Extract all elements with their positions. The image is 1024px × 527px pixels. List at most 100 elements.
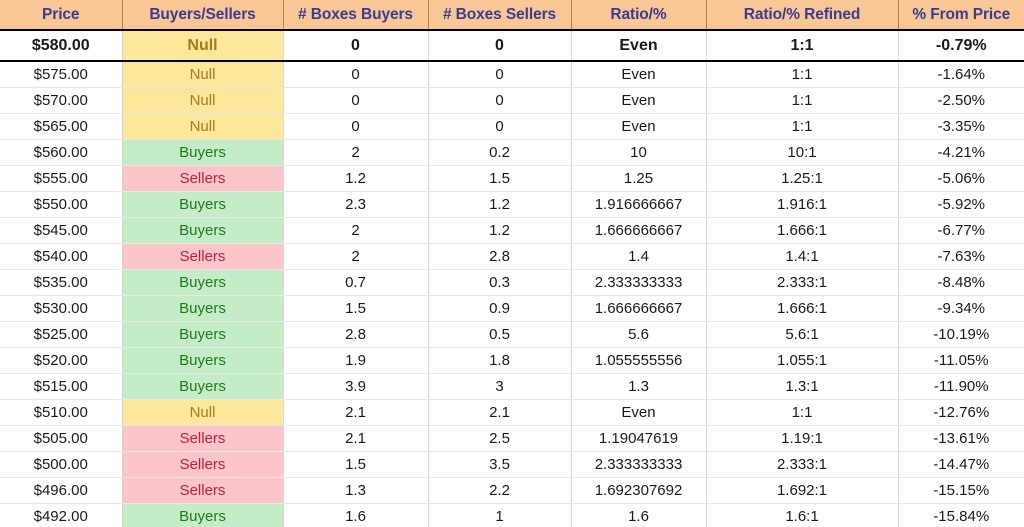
cell-boxes_sellers[interactable]: 0 (428, 30, 572, 62)
table-row[interactable]: $550.00 Buyers 2.3 1.2 1.916666667 1.916:1 -5.… (0, 191, 1024, 218)
cell-buyers_sellers[interactable]: Sellers (122, 451, 284, 478)
cell-price[interactable]: $575.00 (0, 61, 123, 88)
cell-price[interactable]: $560.00 (0, 139, 123, 166)
cell-ratio_refined[interactable]: 1:1 (706, 61, 899, 88)
table-row[interactable]: $496.00 Sellers 1.3 2.2 1.692307692 1.692:1 -1… (0, 477, 1024, 504)
cell-pct_from_price[interactable]: -11.05% (898, 347, 1024, 374)
table-row[interactable]: $530.00 Buyers 1.5 0.9 1.666666667 1.666:1 -9.… (0, 295, 1024, 322)
cell-pct_from_price[interactable]: -15.15% (898, 477, 1024, 504)
cell-ratio_pct[interactable]: Even (571, 87, 707, 114)
cell-ratio_refined[interactable]: 2.333:1 (706, 451, 899, 478)
column-header-boxes-sellers[interactable]: # Boxes Sellers (428, 0, 572, 31)
cell-price[interactable]: $545.00 (0, 217, 123, 244)
column-header-boxes-buyers[interactable]: # Boxes Buyers (283, 0, 429, 31)
cell-pct_from_price[interactable]: -9.34% (898, 295, 1024, 322)
cell-pct_from_price[interactable]: -5.06% (898, 165, 1024, 192)
cell-pct_from_price[interactable]: -6.77% (898, 217, 1024, 244)
cell-pct_from_price[interactable]: -13.61% (898, 425, 1024, 452)
cell-price[interactable]: $570.00 (0, 87, 123, 114)
table-row[interactable]: $520.00 Buyers 1.9 1.8 1.055555556 1.055:1 -11… (0, 347, 1024, 374)
cell-boxes_sellers[interactable]: 0 (428, 113, 572, 140)
cell-boxes_buyers[interactable]: 1.5 (283, 451, 429, 478)
cell-buyers_sellers[interactable]: Buyers (122, 139, 284, 166)
cell-ratio_refined[interactable]: 1:1 (706, 30, 899, 62)
cell-boxes_sellers[interactable]: 3 (428, 373, 572, 400)
cell-ratio_pct[interactable]: 2.333333333 (571, 269, 707, 296)
cell-boxes_buyers[interactable]: 2.1 (283, 399, 429, 426)
cell-boxes_buyers[interactable]: 1.2 (283, 165, 429, 192)
cell-ratio_pct[interactable]: 2.333333333 (571, 451, 707, 478)
cell-ratio_pct[interactable]: 1.25 (571, 165, 707, 192)
cell-pct_from_price[interactable]: -7.63% (898, 243, 1024, 270)
table-row[interactable]: $540.00 Sellers 2 2.8 1.4 1.4:1 -7.63% (0, 243, 1024, 270)
cell-buyers_sellers[interactable]: Sellers (122, 165, 284, 192)
cell-buyers_sellers[interactable]: Buyers (122, 373, 284, 400)
cell-boxes_buyers[interactable]: 1.5 (283, 295, 429, 322)
cell-buyers_sellers[interactable]: Buyers (122, 217, 284, 244)
table-row[interactable]: $555.00 Sellers 1.2 1.5 1.25 1.25:1 -5.06% (0, 165, 1024, 192)
column-header-ratio-pct[interactable]: Ratio/% (571, 0, 707, 31)
table-row[interactable]: $560.00 Buyers 2 0.2 10 10:1 -4.21% (0, 139, 1024, 166)
cell-ratio_refined[interactable]: 1.19:1 (706, 425, 899, 452)
cell-pct_from_price[interactable]: -8.48% (898, 269, 1024, 296)
cell-ratio_refined[interactable]: 10:1 (706, 139, 899, 166)
cell-boxes_sellers[interactable]: 0 (428, 61, 572, 88)
cell-ratio_pct[interactable]: 1.666666667 (571, 295, 707, 322)
cell-ratio_pct[interactable]: 1.055555556 (571, 347, 707, 374)
cell-ratio_refined[interactable]: 1.4:1 (706, 243, 899, 270)
cell-price[interactable]: $510.00 (0, 399, 123, 426)
table-row[interactable]: $545.00 Buyers 2 1.2 1.666666667 1.666:1 -6.77… (0, 217, 1024, 244)
column-header-ratio-refined[interactable]: Ratio/% Refined (706, 0, 899, 31)
cell-ratio_refined[interactable]: 1:1 (706, 113, 899, 140)
table-row[interactable]: $510.00 Null 2.1 2.1 Even 1:1 -12.76% (0, 399, 1024, 426)
cell-buyers_sellers[interactable]: Buyers (122, 503, 284, 527)
cell-buyers_sellers[interactable]: Sellers (122, 425, 284, 452)
cell-ratio_pct[interactable]: 1.916666667 (571, 191, 707, 218)
cell-price[interactable]: $550.00 (0, 191, 123, 218)
cell-boxes_sellers[interactable]: 2.1 (428, 399, 572, 426)
cell-ratio_pct[interactable]: Even (571, 61, 707, 88)
cell-pct_from_price[interactable]: -3.35% (898, 113, 1024, 140)
column-header-buyers-sellers[interactable]: Buyers/Sellers (122, 0, 284, 31)
cell-buyers_sellers[interactable]: Buyers (122, 269, 284, 296)
cell-buyers_sellers[interactable]: Null (122, 399, 284, 426)
cell-ratio_refined[interactable]: 1.916:1 (706, 191, 899, 218)
cell-boxes_buyers[interactable]: 0 (283, 87, 429, 114)
cell-ratio_refined[interactable]: 2.333:1 (706, 269, 899, 296)
cell-boxes_buyers[interactable]: 1.3 (283, 477, 429, 504)
cell-boxes_buyers[interactable]: 0.7 (283, 269, 429, 296)
cell-boxes_sellers[interactable]: 2.2 (428, 477, 572, 504)
cell-boxes_buyers[interactable]: 0 (283, 30, 429, 62)
column-header-pct-from-price[interactable]: % From Price (898, 0, 1024, 31)
cell-price[interactable]: $525.00 (0, 321, 123, 348)
cell-buyers_sellers[interactable]: Null (122, 30, 284, 62)
cell-ratio_refined[interactable]: 5.6:1 (706, 321, 899, 348)
cell-pct_from_price[interactable]: -1.64% (898, 61, 1024, 88)
cell-price[interactable]: $530.00 (0, 295, 123, 322)
cell-boxes_buyers[interactable]: 2 (283, 139, 429, 166)
cell-buyers_sellers[interactable]: Buyers (122, 191, 284, 218)
cell-boxes_buyers[interactable]: 2.3 (283, 191, 429, 218)
cell-boxes_sellers[interactable]: 1 (428, 503, 572, 527)
cell-ratio_pct[interactable]: 1.19047619 (571, 425, 707, 452)
cell-boxes_sellers[interactable]: 3.5 (428, 451, 572, 478)
cell-ratio_refined[interactable]: 1.6:1 (706, 503, 899, 527)
cell-price[interactable]: $505.00 (0, 425, 123, 452)
cell-ratio_pct[interactable]: 5.6 (571, 321, 707, 348)
cell-ratio_refined[interactable]: 1.666:1 (706, 295, 899, 322)
cell-pct_from_price[interactable]: -2.50% (898, 87, 1024, 114)
table-row[interactable]: $570.00 Null 0 0 Even 1:1 -2.50% (0, 87, 1024, 114)
cell-boxes_sellers[interactable]: 2.5 (428, 425, 572, 452)
cell-boxes_sellers[interactable]: 0.2 (428, 139, 572, 166)
cell-ratio_refined[interactable]: 1:1 (706, 87, 899, 114)
cell-ratio_pct[interactable]: 1.6 (571, 503, 707, 527)
cell-price[interactable]: $515.00 (0, 373, 123, 400)
cell-ratio_pct[interactable]: 1.3 (571, 373, 707, 400)
cell-buyers_sellers[interactable]: Buyers (122, 295, 284, 322)
cell-price[interactable]: $496.00 (0, 477, 123, 504)
cell-ratio_refined[interactable]: 1.25:1 (706, 165, 899, 192)
table-row[interactable]: $505.00 Sellers 2.1 2.5 1.19047619 1.19:1 -13.… (0, 425, 1024, 452)
cell-pct_from_price[interactable]: -0.79% (898, 30, 1024, 62)
cell-boxes_sellers[interactable]: 0.3 (428, 269, 572, 296)
cell-boxes_buyers[interactable]: 1.9 (283, 347, 429, 374)
